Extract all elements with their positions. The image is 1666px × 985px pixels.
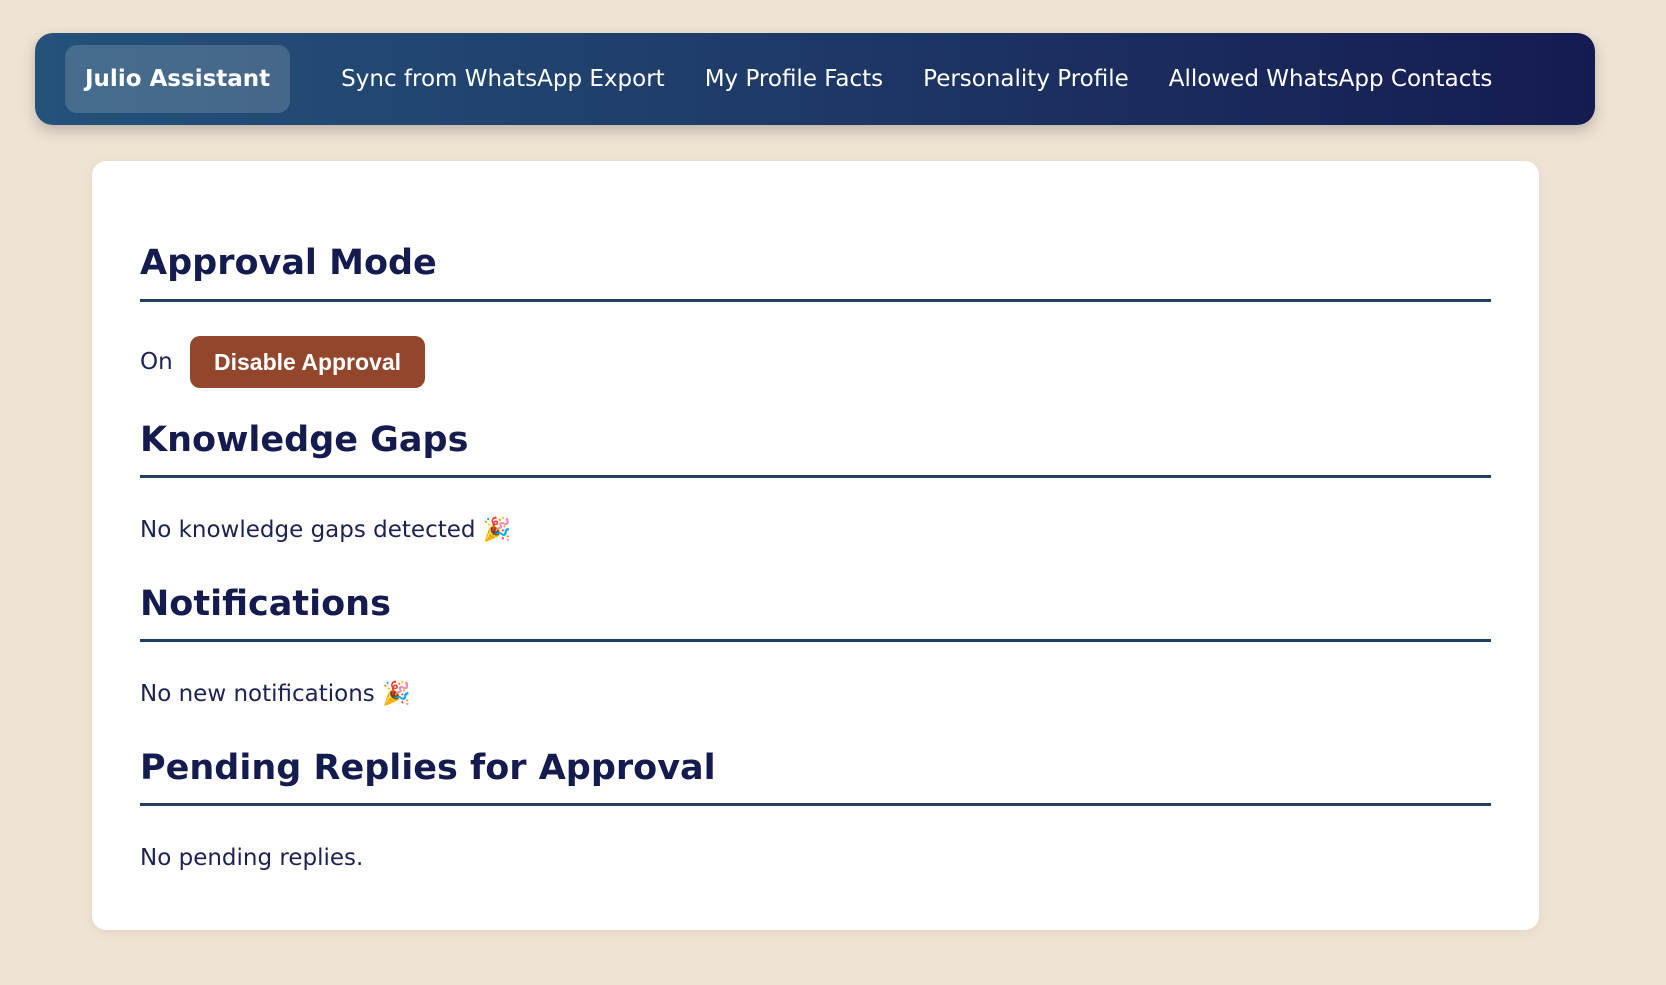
knowledge-gaps-heading: Knowledge Gaps bbox=[140, 420, 469, 460]
top-navbar: Julio Assistant Sync from WhatsApp Expor… bbox=[35, 33, 1595, 125]
nav-link-personality-profile[interactable]: Personality Profile bbox=[903, 45, 1149, 113]
knowledge-gaps-message: No knowledge gaps detected 🎉 bbox=[140, 517, 512, 543]
approval-status-text: On bbox=[140, 349, 173, 375]
approval-mode-divider bbox=[140, 299, 1491, 302]
pending-replies-heading: Pending Replies for Approval bbox=[140, 748, 716, 788]
nav-link-sync-whatsapp-export[interactable]: Sync from WhatsApp Export bbox=[321, 45, 685, 113]
nav-link-my-profile-facts[interactable]: My Profile Facts bbox=[685, 45, 903, 113]
pending-replies-divider bbox=[140, 803, 1491, 806]
notifications-heading: Notifications bbox=[140, 584, 391, 624]
nav-link-allowed-whatsapp-contacts[interactable]: Allowed WhatsApp Contacts bbox=[1149, 45, 1513, 113]
nav-brand-julio-assistant[interactable]: Julio Assistant bbox=[65, 45, 291, 113]
dashboard-card: Approval Mode On Disable Approval Knowle… bbox=[92, 161, 1539, 930]
notifications-message: No new notifications 🎉 bbox=[140, 681, 411, 707]
approval-mode-heading: Approval Mode bbox=[140, 243, 437, 283]
notifications-divider bbox=[140, 639, 1491, 642]
disable-approval-button[interactable]: Disable Approval bbox=[190, 336, 426, 388]
pending-replies-message: No pending replies. bbox=[140, 845, 364, 871]
knowledge-gaps-divider bbox=[140, 475, 1491, 478]
